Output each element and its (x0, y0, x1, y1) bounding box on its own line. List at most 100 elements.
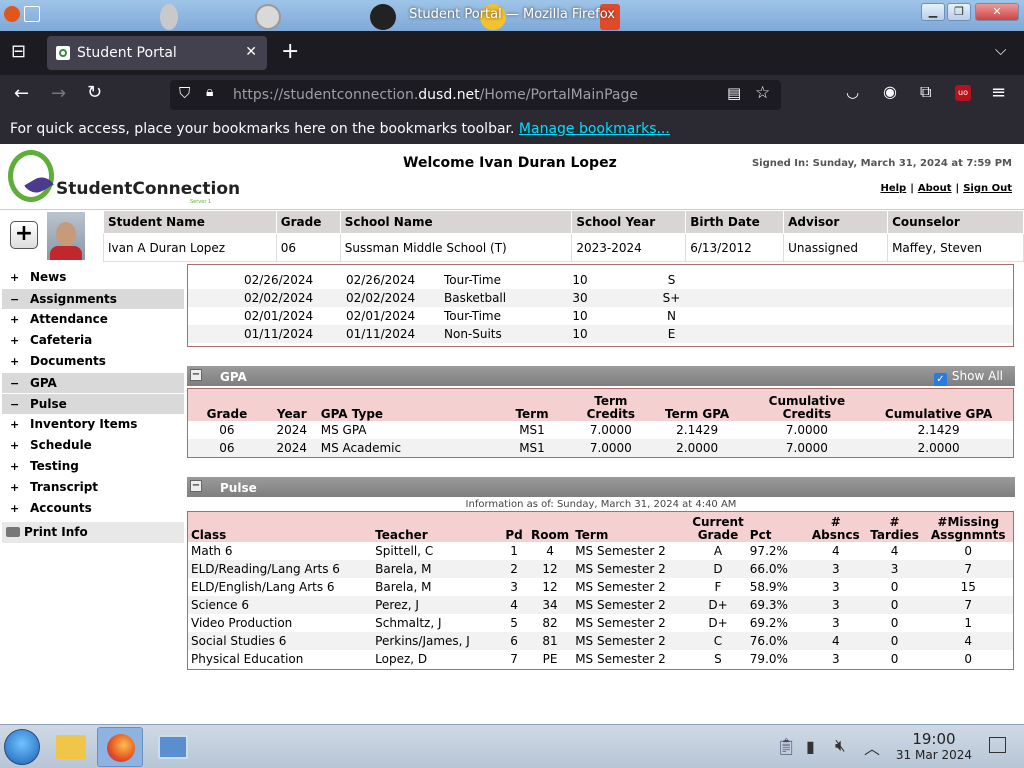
pulse-cell: 4 (831, 544, 840, 558)
collapse-icon[interactable]: − (190, 369, 202, 381)
firefox-icon (107, 734, 135, 762)
pulse-col-header: Pd (500, 512, 528, 542)
window-title-bar: Student Portal — Mozilla Firefox ▁ ❐ ✕ (0, 0, 1024, 31)
sidebar-item-schedule[interactable]: + Schedule (2, 435, 184, 456)
maximize-button[interactable]: ❐ (947, 3, 971, 21)
pulse-cell: MS Semester 2 (572, 560, 690, 578)
pulse-cell: 3 (510, 580, 518, 594)
extensions-icon[interactable]: ⧉ (920, 82, 931, 102)
sidebar-item-transcript[interactable]: + Transcript (2, 477, 184, 498)
pulse-cell: 15 (960, 580, 976, 594)
chevron-up-icon[interactable]: ︿ (864, 735, 880, 759)
sidebar-item-gpa[interactable]: − GPA (2, 372, 184, 393)
table-row[interactable]: Social Studies 6 Perkins/James, J 6 81 MS Se… (188, 632, 1013, 650)
pulse-panel: Class Teacher Pd Room Term Current Grade Pct # … (187, 511, 1014, 670)
gpa-title: GPA (220, 370, 247, 384)
sidebar-item-news[interactable]: + News (2, 267, 184, 288)
pulse-cell: 3 (805, 596, 866, 614)
pulse-section-header[interactable]: − Pulse (187, 477, 1015, 497)
clock[interactable]: 19:00 31 Mar 2024 (896, 730, 972, 762)
url-bar[interactable]: ⛉ 🔒︎ https://studentconnection.dusd.net/… (170, 80, 781, 110)
pocket-icon[interactable]: ◡ (846, 83, 859, 101)
ublock-icon[interactable]: uo (955, 85, 971, 101)
pulse-cell: 97.2% (749, 544, 788, 558)
tab-list-icon[interactable]: ⊟ (11, 41, 26, 62)
close-window-button[interactable]: ✕ (975, 3, 1019, 21)
gpa-section-header[interactable]: − GPA ✓ Show All (187, 366, 1015, 386)
sidebar-item-assignments[interactable]: − Assignments (2, 288, 184, 309)
sidebar-item-accounts[interactable]: + Accounts (2, 498, 184, 519)
table-row[interactable]: ELD/English/Lang Arts 6 Barela, M 3 12 MS Se… (188, 578, 1013, 596)
assignment-cell: 02/26/2024 (244, 273, 314, 287)
gpa-col-header: Term Credits (576, 389, 645, 421)
table-row[interactable]: Video Production Schmaltz, J 5 82 MS Semeste… (188, 614, 1013, 632)
pulse-cell: 4 (500, 596, 528, 614)
account-icon[interactable]: ◉ (883, 82, 897, 101)
sign-out-link[interactable]: Sign Out (963, 183, 1012, 194)
reader-view-icon[interactable]: ▤ (727, 84, 741, 102)
bookmark-star-icon[interactable]: ☆ (755, 83, 770, 103)
table-row[interactable]: Physical Education Lopez, D 7 PE MS Semester… (188, 650, 1013, 668)
chevron-down-icon[interactable]: ⌵ (995, 41, 1006, 59)
sidebar-item-attendance[interactable]: + Attendance (2, 309, 184, 330)
gpa-cell: 2.1429 (676, 423, 719, 437)
collapse-icon[interactable]: − (190, 480, 202, 492)
assignment-cell: 02/01/2024 (346, 309, 416, 323)
help-link[interactable]: Help (880, 183, 906, 194)
pulse-cell: 0 (890, 580, 899, 594)
pulse-cell: Spittell, C (375, 544, 434, 558)
sidebar: + News − Assignments + Attendance + Cafeteria + D… (2, 267, 184, 543)
pulse-col-header: # Absncs (805, 512, 866, 542)
battery-icon[interactable]: ▮ (806, 737, 815, 756)
print-info-button[interactable]: Print Info (2, 522, 184, 543)
add-student-button[interactable]: + (10, 221, 38, 249)
checkmark-icon: ✓ (933, 373, 947, 386)
table-row[interactable]: Math 6 Spittell, C 1 4 MS Semester 2 A 97.2% 4 4… (188, 542, 1013, 560)
sidebar-item-documents[interactable]: + Documents (2, 351, 184, 372)
student-col-value: 6/13/2012 (685, 233, 785, 262)
student-col-header: Birth Date (685, 210, 785, 234)
gpa-cell: MS1 (487, 439, 577, 457)
start-button[interactable] (4, 729, 40, 765)
pulse-cell: D+ (689, 596, 747, 614)
folder-icon (56, 735, 86, 759)
close-tab-icon[interactable]: ✕ (245, 44, 257, 60)
sidebar-item-label: Documents (30, 354, 106, 368)
reload-icon[interactable]: ↻ (87, 82, 102, 103)
new-tab-icon[interactable]: + (281, 39, 299, 64)
sidebar-item-inventory-items[interactable]: + Inventory Items (2, 414, 184, 435)
clipboard-icon[interactable]: 📋︎ (776, 737, 796, 756)
pulse-cell: A (713, 544, 723, 558)
forward-icon[interactable]: → (51, 83, 66, 104)
manage-bookmarks-link[interactable]: Manage bookmarks... (519, 121, 670, 137)
sidebar-item-pulse[interactable]: − Pulse (2, 393, 184, 414)
assignment-cell: 02/02/2024 (343, 289, 441, 307)
pulse-cell: ELD/Reading/Lang Arts 6 (188, 560, 373, 578)
shield-icon[interactable]: ⛉ (179, 84, 190, 102)
sidebar-item-label: Pulse (30, 397, 67, 411)
menu-icon[interactable]: ≡ (991, 82, 1006, 103)
pulse-cell: ELD/English/Lang Arts 6 (191, 580, 335, 594)
header-links: Help | About | Sign Out (880, 183, 1012, 194)
table-row[interactable]: ELD/Reading/Lang Arts 6 Barela, M 2 12 MS Se… (188, 560, 1013, 578)
volume-muted-icon[interactable]: 🔇︎ (835, 736, 846, 756)
show-all-checkbox[interactable]: ✓ Show All (933, 369, 1003, 386)
table-row[interactable]: Science 6 Perez, J 4 34 MS Semester 2 D+ 69.3%… (188, 596, 1013, 614)
student-col-value: Unassigned (783, 233, 889, 262)
expand-icon: + (10, 355, 20, 368)
control-panel-button[interactable] (149, 727, 195, 767)
show-desktop-icon[interactable] (989, 737, 1006, 753)
firefox-taskbar-button[interactable] (97, 727, 143, 767)
file-manager-button[interactable] (48, 727, 94, 767)
table-row: 06 2024 MS Academic MS1 7.0000 2.0000 7.0000 2.… (188, 439, 1013, 457)
about-link[interactable]: About (918, 183, 952, 194)
lock-icon[interactable]: 🔒︎ (206, 84, 213, 100)
student-info-table: Student Name Grade School Name School Year B… (103, 210, 1024, 262)
tab-student-portal[interactable]: Student Portal ✕ (47, 36, 267, 70)
pulse-col-header: Term (572, 512, 690, 542)
sidebar-item-testing[interactable]: + Testing (2, 456, 184, 477)
gpa-col-header: GPA Type (317, 389, 488, 421)
sidebar-item-cafeteria[interactable]: + Cafeteria (2, 330, 184, 351)
minimize-button[interactable]: ▁ (921, 3, 945, 21)
back-icon[interactable]: ← (14, 83, 29, 104)
